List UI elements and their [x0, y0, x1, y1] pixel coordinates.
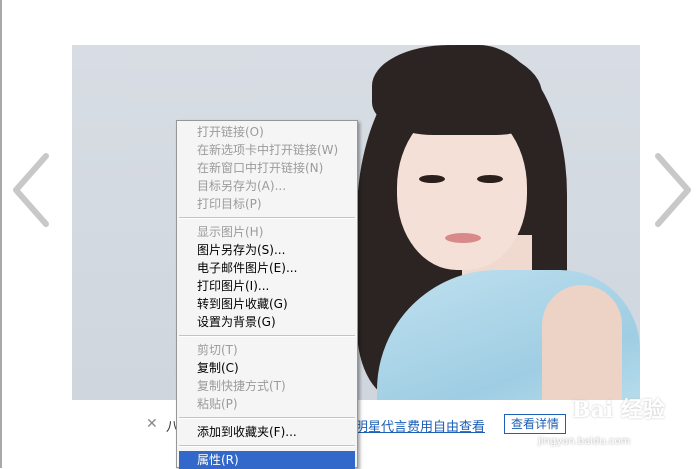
- menu-item[interactable]: 添加到收藏夹(F)...: [177, 423, 357, 441]
- chevron-left-icon: [13, 153, 49, 227]
- menu-item: 在新选项卡中打开链接(W): [197, 143, 339, 157]
- menu-item[interactable]: 复制(C): [177, 359, 357, 377]
- watermark-site: jingyan.baidu.com: [538, 436, 631, 447]
- menu-item[interactable]: 电子邮件图片(E)...: [177, 259, 357, 277]
- menu-item: 剪切(T): [197, 343, 238, 357]
- photo-arm-shape: [542, 285, 622, 400]
- menu-item[interactable]: 设置为背景(G): [177, 313, 357, 331]
- chevron-right-icon: [655, 153, 691, 227]
- menu-item[interactable]: 打印图片(I)...: [177, 277, 357, 295]
- watermark-logo: Bai 经验: [572, 397, 665, 423]
- menu-separator: [179, 217, 355, 219]
- menu-separator: [179, 445, 355, 447]
- menu-separator: [179, 335, 355, 337]
- menu-item: 显示图片(H): [197, 225, 264, 239]
- menu-item: 粘贴(P): [197, 397, 238, 411]
- context-menu-items: 打开链接(O) 在新选项卡中打开链接(W) 在新窗口中打开链接(N) 目标另存为(A)…: [177, 123, 357, 469]
- photo-eye-left: [419, 175, 445, 183]
- photo-eye-right: [477, 175, 503, 183]
- photo-mouth: [445, 233, 481, 243]
- menu-item[interactable]: 图片另存为(S)...: [177, 241, 357, 259]
- prev-image-button[interactable]: [10, 150, 52, 230]
- next-image-button[interactable]: [652, 150, 694, 230]
- ad-link[interactable]: 明星代言费用自由查看: [355, 416, 485, 435]
- menu-item: 打印目标(P): [197, 197, 262, 211]
- window-left-border: [0, 0, 2, 468]
- menu-item: 目标另存为(A)...: [197, 179, 287, 193]
- close-icon[interactable]: ✕: [146, 416, 158, 432]
- menu-item[interactable]: 转到图片收藏(G): [177, 295, 357, 313]
- menu-item[interactable]: 属性(R): [179, 451, 355, 469]
- menu-item: 打开链接(O): [197, 125, 264, 139]
- menu-item: 复制快捷方式(T): [197, 379, 286, 393]
- context-menu: 打开链接(O) 在新选项卡中打开链接(W) 在新窗口中打开链接(N) 目标另存为(A)…: [176, 120, 358, 469]
- menu-separator: [179, 417, 355, 419]
- menu-item: 在新窗口中打开链接(N): [197, 161, 324, 175]
- baidu-jingyan-watermark: Bai 经验 jingyan.baidu.com: [532, 392, 692, 456]
